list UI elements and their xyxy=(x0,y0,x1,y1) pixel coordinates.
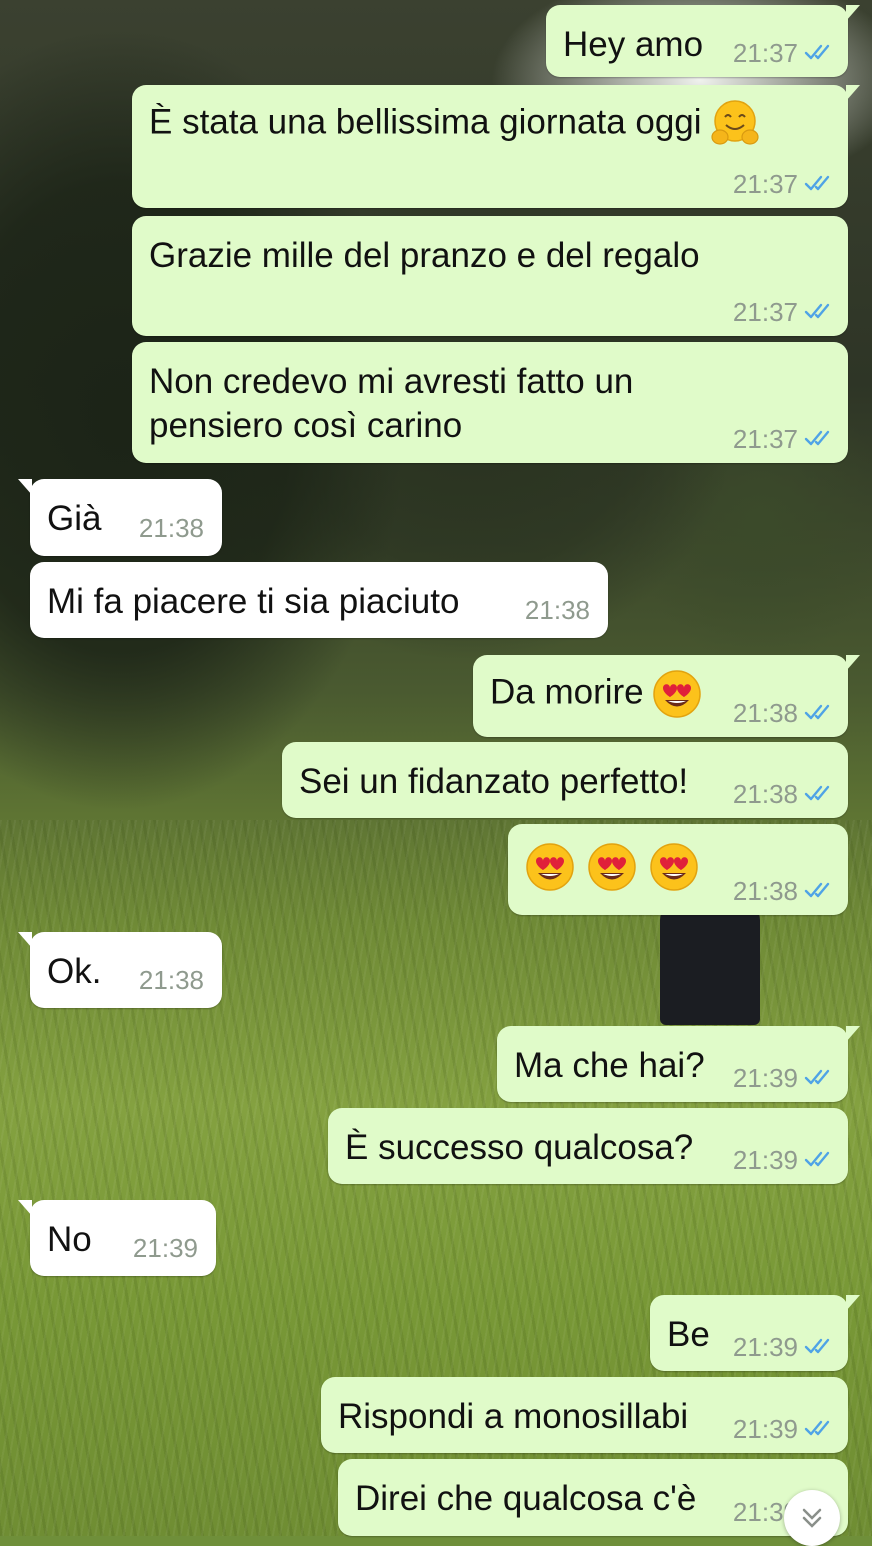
message-time: 21:39 xyxy=(732,1332,798,1362)
read-receipt-icon xyxy=(804,297,834,328)
wallpaper-figure xyxy=(660,900,760,1025)
outgoing-message-bubble[interactable]: 21:38 xyxy=(508,824,848,915)
double-check-icon xyxy=(804,1420,830,1436)
outgoing-message-bubble[interactable]: È successo qualcosa? 21:39 xyxy=(328,1108,848,1184)
message-text: Grazie mille del pranzo e del regalo xyxy=(149,234,832,278)
message-text: Non credevo mi avresti fatto un pensiero… xyxy=(149,360,728,448)
message-meta: 21:38 xyxy=(733,779,834,810)
message-time: 21:38 xyxy=(524,595,590,625)
message-meta: 21:37 xyxy=(733,424,834,455)
message-time: 21:37 xyxy=(732,38,798,68)
message-meta: 21:39 xyxy=(733,1414,834,1445)
message-time: 21:38 xyxy=(732,876,798,906)
read-receipt-icon xyxy=(804,1332,834,1363)
message-text-content: Sei un fidanzato perfetto! xyxy=(299,762,689,801)
outgoing-message-bubble[interactable]: Non credevo mi avresti fatto un pensiero… xyxy=(132,342,848,463)
double-check-icon xyxy=(804,704,830,720)
message-text-content: Direi che qualcosa c'è xyxy=(355,1479,697,1518)
message-time: 21:38 xyxy=(732,698,798,728)
message-meta: 21:39 xyxy=(733,1063,834,1094)
read-receipt-icon xyxy=(804,169,834,200)
message-meta: 21:38 xyxy=(733,698,834,729)
message-meta: 21:37 xyxy=(733,297,834,328)
heart-eyes-emoji-icon xyxy=(650,843,698,891)
message-text-content: È successo qualcosa? xyxy=(345,1128,694,1167)
double-check-icon xyxy=(804,1069,830,1085)
heart-eyes-emoji-icon xyxy=(526,843,574,891)
message-time: 21:39 xyxy=(732,1063,798,1093)
double-check-icon xyxy=(804,1151,830,1167)
heart-eyes-emoji-icon xyxy=(588,843,636,891)
double-check-icon xyxy=(804,44,830,60)
read-receipt-icon xyxy=(804,779,834,810)
double-check-icon xyxy=(804,1338,830,1354)
message-time: 21:38 xyxy=(138,965,204,995)
message-time: 21:38 xyxy=(138,513,204,543)
hugging-face-emoji-icon xyxy=(710,100,759,145)
message-time: 21:37 xyxy=(732,297,798,327)
outgoing-message-bubble[interactable]: Be 21:39 xyxy=(650,1295,860,1371)
message-time: 21:37 xyxy=(732,169,798,199)
message-emoji-group xyxy=(525,843,699,891)
incoming-message-bubble[interactable]: Ok. 21:38 xyxy=(18,932,222,1008)
message-text-content: Hey amo xyxy=(563,25,704,64)
message-text-content: Grazie mille del pranzo e del regalo xyxy=(149,236,700,275)
outgoing-message-bubble[interactable]: Direi che qualcosa c'è 21:39 xyxy=(338,1459,848,1536)
message-time: 21:39 xyxy=(732,1414,798,1444)
outgoing-message-bubble[interactable]: Ma che hai? 21:39 xyxy=(497,1026,860,1102)
message-text: Mi fa piacere ti sia piaciuto xyxy=(47,580,592,624)
message-text-content: No xyxy=(47,1220,92,1259)
message-emoji-group xyxy=(652,670,702,718)
incoming-message-bubble[interactable]: Mi fa piacere ti sia piaciuto 21:38 xyxy=(30,562,608,638)
message-meta: 21:37 xyxy=(733,38,834,69)
message-text-content: Già xyxy=(47,499,102,538)
read-receipt-icon xyxy=(804,876,834,907)
message-meta: 21:39 xyxy=(733,1145,834,1176)
double-check-icon xyxy=(804,430,830,446)
message-text: È stata una bellissima giornata oggi xyxy=(149,99,832,149)
scroll-to-bottom-button[interactable] xyxy=(784,1490,840,1546)
message-time: 21:37 xyxy=(732,424,798,454)
message-time: 21:39 xyxy=(132,1233,198,1263)
double-check-icon xyxy=(804,175,830,191)
incoming-message-bubble[interactable]: Già 21:38 xyxy=(18,479,222,556)
outgoing-message-bubble[interactable]: Sei un fidanzato perfetto! 21:38 xyxy=(282,742,848,818)
outgoing-message-bubble[interactable]: Rispondi a monosillabi 21:39 xyxy=(321,1377,848,1453)
message-meta: 21:39 xyxy=(133,1233,198,1264)
message-time: 21:39 xyxy=(732,1145,798,1175)
read-receipt-icon xyxy=(804,698,834,729)
message-text-content: Be xyxy=(667,1315,710,1354)
chevron-double-down-icon xyxy=(802,1508,822,1528)
message-text-content: Ok. xyxy=(47,952,102,991)
message-meta: 21:39 xyxy=(733,1332,834,1363)
message-text-content: Rispondi a monosillabi xyxy=(338,1397,689,1436)
message-meta: 21:38 xyxy=(139,513,204,544)
outgoing-message-bubble[interactable]: Grazie mille del pranzo e del regalo 21:3… xyxy=(132,216,848,336)
outgoing-message-bubble[interactable]: Hey amo 21:37 xyxy=(546,5,860,77)
message-text-content: Ma che hai? xyxy=(514,1046,705,1085)
double-check-icon xyxy=(804,303,830,319)
message-text-content: Da morire xyxy=(490,672,644,712)
message-text-content: È stata una bellissima giornata oggi xyxy=(149,102,702,142)
read-receipt-icon xyxy=(804,424,834,455)
read-receipt-icon xyxy=(804,1414,834,1445)
read-receipt-icon xyxy=(804,38,834,69)
message-time: 21:38 xyxy=(732,779,798,809)
heart-eyes-emoji-icon xyxy=(652,670,701,718)
double-check-icon xyxy=(804,785,830,801)
message-text-content: Mi fa piacere ti sia piaciuto xyxy=(47,582,460,621)
message-meta: 21:38 xyxy=(139,965,204,996)
read-receipt-icon xyxy=(804,1063,834,1094)
message-meta: 21:38 xyxy=(733,876,834,907)
message-meta: 21:38 xyxy=(525,595,590,626)
outgoing-message-bubble[interactable]: Da morire 21:38 xyxy=(473,655,860,737)
read-receipt-icon xyxy=(804,1145,834,1176)
message-text-content: Non credevo mi avresti fatto un pensiero… xyxy=(149,362,644,445)
message-emoji-group xyxy=(710,100,760,145)
double-check-icon xyxy=(804,882,830,898)
outgoing-message-bubble[interactable]: È stata una bellissima giornata oggi 21:3… xyxy=(132,85,860,208)
incoming-message-bubble[interactable]: No 21:39 xyxy=(18,1200,216,1276)
message-meta: 21:37 xyxy=(733,169,834,200)
